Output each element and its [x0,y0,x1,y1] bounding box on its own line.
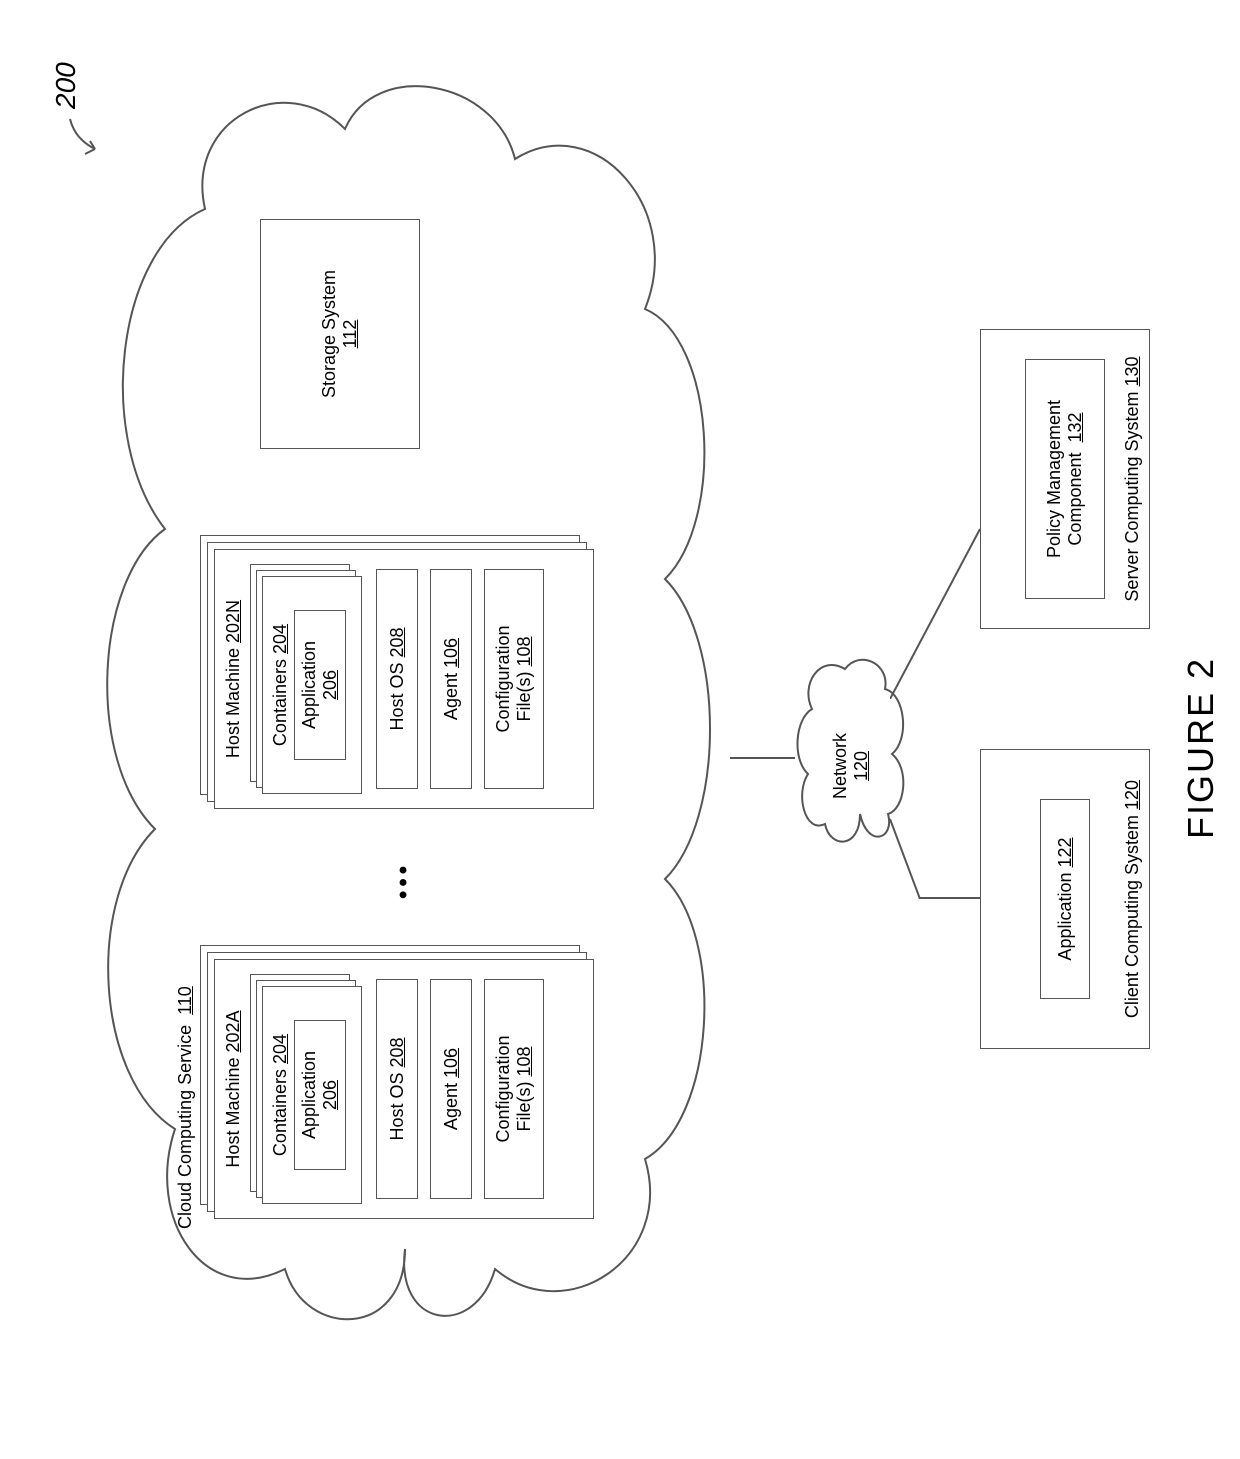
host-machine-a-box: Host Machine 202A Containers 204 Applica… [214,959,594,1219]
ellipsis-icon: ••• [390,862,418,899]
connector-cloud-network [730,757,795,759]
host-machine-n-box: Host Machine 202N Containers 204 Applica… [214,549,594,809]
host-os-a-box: Host OS 208 [376,979,418,1199]
cloud-service-label: Cloud Computing Service 110 [175,986,196,1229]
connector-network-server-diag [890,519,985,699]
containers-n-box: Containers 204 Application 206 [262,576,362,794]
policy-mgmt-box: Policy Management Component 132 [1025,359,1105,599]
agent-a-box: Agent 106 [430,979,472,1199]
diagram-root: 200 Cloud Computing Service 110 Host Mac… [0,0,1240,1459]
network-label: Network 120 [830,733,872,799]
host-os-n-box: Host OS 208 [376,569,418,789]
connector-network-client-diag [890,799,930,899]
server-system-box: Policy Management Component 132 Server C… [980,329,1150,629]
agent-n-box: Agent 106 [430,569,472,789]
config-a-box: Configuration File(s) 108 [484,979,544,1199]
figure-label: FIGURE 2 [1180,657,1222,839]
storage-system-box: Storage System 112 [260,219,420,449]
client-application-box: Application 122 [1040,799,1090,999]
application-n-box: Application 206 [294,610,346,760]
client-system-box: Application 122 Client Computing System … [980,749,1150,1049]
application-a-box: Application 206 [294,1020,346,1170]
containers-a-box: Containers 204 Application 206 [262,986,362,1204]
config-n-box: Configuration File(s) 108 [484,569,544,789]
